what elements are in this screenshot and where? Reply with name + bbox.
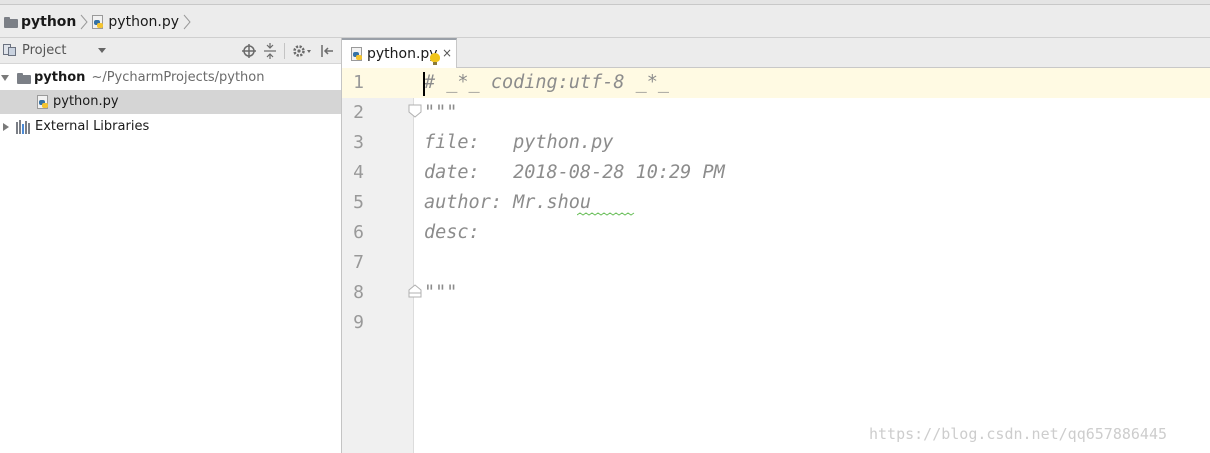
breadcrumb-file[interactable]: python.py xyxy=(91,12,179,32)
lightbulb-icon[interactable] xyxy=(430,53,440,66)
python-file-icon xyxy=(350,47,364,61)
python-file-icon xyxy=(36,95,50,109)
tree-item-python-file[interactable]: python.py xyxy=(0,90,341,114)
breadcrumb: python python.py xyxy=(4,12,194,32)
project-panel-header: Project xyxy=(0,38,341,64)
breadcrumb-file-label: python.py xyxy=(108,14,180,30)
line-number: 2 xyxy=(353,102,364,123)
folder-icon xyxy=(4,16,18,28)
gear-icon[interactable] xyxy=(292,42,312,60)
breadcrumb-project-label: python xyxy=(21,14,77,30)
breadcrumb-project[interactable]: python xyxy=(4,12,76,32)
line-number: 4 xyxy=(353,162,364,183)
collapse-arrow-icon[interactable] xyxy=(3,123,9,131)
breadcrumb-separator-icon xyxy=(183,14,191,30)
code-line: file: python.py xyxy=(424,132,614,153)
close-icon[interactable]: × xyxy=(442,46,452,60)
code-line: """ xyxy=(424,102,458,123)
tree-item-label: External Libraries xyxy=(35,119,150,134)
project-view-icon xyxy=(3,44,17,57)
watermark: https://blog.csdn.net/qq657886445 xyxy=(869,425,1168,443)
tree-item-path: ~/PycharmProjects/python xyxy=(91,70,265,85)
collapse-all-icon[interactable] xyxy=(263,42,277,60)
tree-item-external-libraries[interactable]: External Libraries xyxy=(0,115,341,139)
python-file-icon xyxy=(91,15,105,29)
tree-item-project-root[interactable]: python ~/PycharmProjects/python xyxy=(0,66,341,90)
fold-end-icon[interactable] xyxy=(408,284,422,298)
line-number: 1 xyxy=(353,72,364,93)
tree-item-label: python xyxy=(34,70,86,85)
code-line: desc: xyxy=(424,222,480,243)
spellcheck-underline xyxy=(577,212,635,216)
hide-panel-icon[interactable] xyxy=(320,42,334,60)
menu-bar-edge xyxy=(0,0,1210,5)
line-number: 9 xyxy=(353,312,364,333)
navigation-bar: python python.py xyxy=(0,0,1210,38)
line-number: 8 xyxy=(353,282,364,303)
code-line: date: 2018-08-28 10:29 PM xyxy=(424,162,725,183)
breadcrumb-separator-icon xyxy=(81,14,89,30)
line-number: 6 xyxy=(353,222,364,243)
library-icon xyxy=(16,120,32,134)
chevron-down-icon[interactable] xyxy=(98,48,106,53)
project-view-selector[interactable]: Project xyxy=(22,42,66,60)
code-editor[interactable] xyxy=(415,68,1210,453)
expand-arrow-icon[interactable] xyxy=(1,75,9,81)
folder-icon xyxy=(17,72,31,84)
line-number: 5 xyxy=(353,192,364,213)
project-tree: python ~/PycharmProjects/python python.p… xyxy=(0,65,341,453)
line-number: 3 xyxy=(353,132,364,153)
line-number: 7 xyxy=(353,252,364,273)
tab-label: python.py xyxy=(367,46,438,62)
code-line: author: Mr.shou xyxy=(424,192,592,213)
editor-tab-bar: python.py × xyxy=(342,38,1210,68)
fold-start-icon[interactable] xyxy=(408,104,422,118)
scroll-from-source-icon[interactable] xyxy=(242,42,256,60)
tree-item-label: python.py xyxy=(53,94,119,109)
code-line: """ xyxy=(424,282,458,303)
code-line: # _*_ coding:utf-8 _*_ xyxy=(424,72,670,93)
toolbar-divider xyxy=(284,43,285,59)
text-cursor xyxy=(423,72,425,96)
tab-python-py[interactable]: python.py × xyxy=(342,38,457,68)
